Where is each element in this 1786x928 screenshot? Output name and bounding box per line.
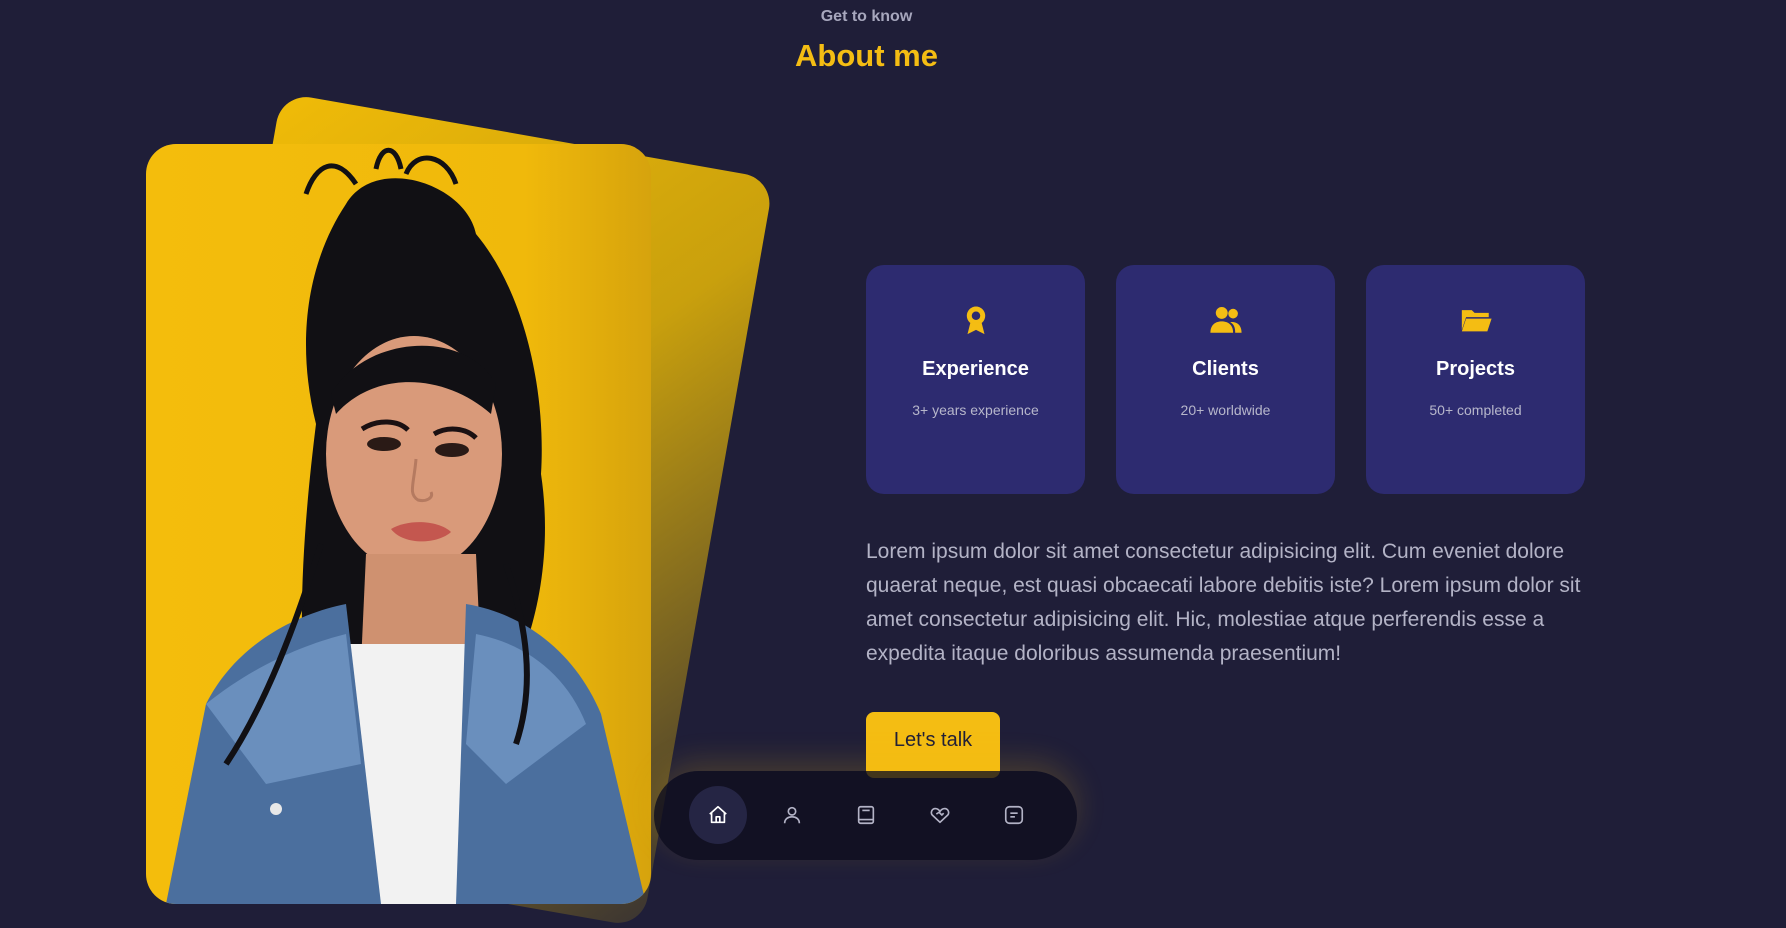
projects-title: Projects [1436,358,1515,380]
about-text: Lorem ipsum dolor sit amet consectetur a… [866,540,1581,665]
section-title: About me [795,38,938,73]
experience-card: Experience 3+ years experience [866,265,1085,494]
nav-experience[interactable] [837,786,895,844]
projects-subtitle: 50+ completed [1429,402,1522,418]
nav-about[interactable] [763,786,821,844]
lets-talk-button[interactable]: Let's talk [866,712,1000,778]
portrait-image [146,144,651,904]
book-icon [857,805,875,825]
experience-subtitle: 3+ years experience [912,402,1039,418]
message-icon [1004,805,1024,825]
clients-subtitle: 20+ worldwide [1180,402,1271,418]
nav-services[interactable] [911,786,969,844]
about-photo [80,92,775,928]
bottom-nav [654,771,1077,860]
services-icon [930,807,950,824]
folder-icon [1366,303,1585,337]
nav-contact[interactable] [985,786,1043,844]
section-kicker: Get to know [820,8,913,25]
projects-card: Projects 50+ completed [1366,265,1585,494]
experience-title: Experience [922,358,1029,380]
award-icon [866,303,1085,337]
nav-home[interactable] [689,786,747,844]
user-icon [783,806,801,824]
clients-card: Clients 20+ worldwide [1116,265,1335,494]
home-icon [709,805,727,824]
clients-title: Clients [1192,358,1259,380]
users-icon [1116,303,1335,337]
photo-frame [146,144,651,904]
